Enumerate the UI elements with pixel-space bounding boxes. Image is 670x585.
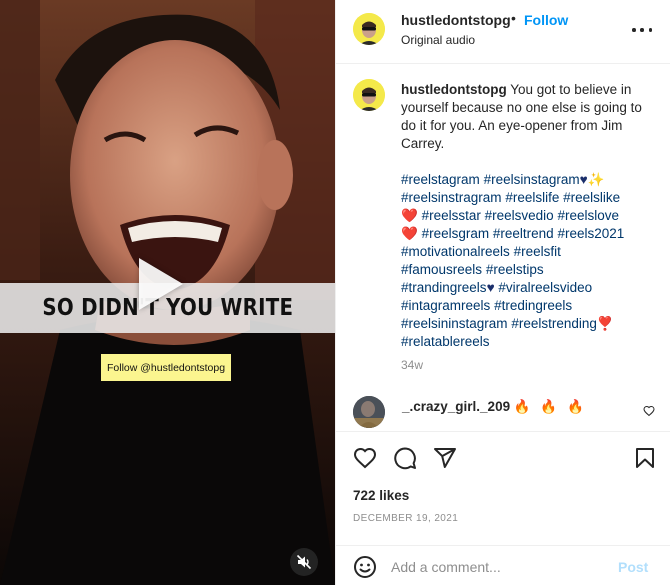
- post-author-username[interactable]: hustledontstopg: [401, 12, 511, 28]
- fire-emoji: 🔥 🔥 🔥: [513, 399, 587, 414]
- heart-emoji: ❤️: [401, 208, 418, 223]
- bookmark-icon[interactable]: [633, 446, 657, 475]
- share-icon[interactable]: [433, 446, 457, 475]
- hashtag[interactable]: #reelstrending: [511, 316, 597, 331]
- hashtag[interactable]: #reelsvedio: [485, 208, 554, 223]
- hashtag[interactable]: #motivationalreels: [401, 244, 510, 259]
- hashtag[interactable]: #viralreelsvideo: [498, 280, 592, 295]
- likes-count[interactable]: 722 likes: [353, 488, 409, 503]
- hashtag[interactable]: #reelsininstagram: [401, 316, 508, 331]
- audio-label[interactable]: Original audio: [401, 33, 475, 47]
- post-actions: 722 likes DECEMBER 19, 2021: [336, 431, 670, 541]
- emoji-icon[interactable]: [353, 555, 377, 584]
- hashtag[interactable]: #reelsgram: [422, 226, 490, 241]
- caption-avatar[interactable]: [353, 79, 385, 111]
- comments-section: hustledontstopg You got to believe in yo…: [336, 65, 670, 430]
- heart-emoji: ❤️: [401, 226, 418, 241]
- hashtag[interactable]: #reelslove: [557, 208, 619, 223]
- post-details-panel: hustledontstopg • Follow Original audio …: [335, 0, 670, 585]
- hashtag[interactable]: #intagramreels: [401, 298, 490, 313]
- reel-video[interactable]: SO DIDN'T YOU WRITE Follow @hustledontst…: [0, 0, 335, 585]
- heart-icon[interactable]: [353, 446, 377, 475]
- video-watermark: Follow @hustledontstopg: [101, 354, 232, 381]
- heart-icon[interactable]: [643, 404, 655, 422]
- heart-emoji: ♥: [579, 172, 588, 187]
- hashtag[interactable]: #reelsinstragram: [401, 190, 502, 205]
- comment-item: _.crazy_girl._209 🔥 🔥 🔥: [402, 399, 587, 415]
- caption-timestamp[interactable]: 34w: [401, 358, 423, 372]
- avatar[interactable]: [353, 13, 385, 45]
- hashtag[interactable]: #reeltrend: [493, 226, 554, 241]
- sparkles-emoji: ✨: [587, 172, 605, 187]
- separator-dot: •: [511, 10, 516, 26]
- hashtag[interactable]: #reelsinstagram: [484, 172, 580, 187]
- heart-exclamation-emoji: ❣️: [596, 316, 614, 331]
- heart-emoji: ♥: [486, 280, 495, 295]
- hashtag[interactable]: #reelslike: [563, 190, 620, 205]
- hashtag-list: #reelstagram #reelsinstagram♥✨ #reelsins…: [401, 171, 659, 351]
- more-options-icon[interactable]: [632, 22, 652, 38]
- add-comment-bar: Post: [336, 545, 670, 585]
- commenter-username[interactable]: _.crazy_girl._209: [402, 399, 510, 414]
- post-button[interactable]: Post: [618, 559, 648, 575]
- hashtag[interactable]: #trandingreels: [401, 280, 487, 295]
- hashtag[interactable]: #famousreels: [401, 262, 482, 277]
- hashtag[interactable]: #tredingreels: [494, 298, 572, 313]
- follow-button[interactable]: Follow: [524, 12, 568, 28]
- hashtag[interactable]: #reelsfit: [514, 244, 561, 259]
- post-header: hustledontstopg • Follow Original audio: [336, 0, 670, 64]
- play-icon[interactable]: [139, 258, 183, 310]
- hashtag[interactable]: #reelsstar: [422, 208, 481, 223]
- post-caption: hustledontstopg You got to believe in yo…: [401, 81, 659, 351]
- post-date[interactable]: DECEMBER 19, 2021: [353, 513, 458, 524]
- hashtag[interactable]: #reelslife: [505, 190, 559, 205]
- caption-username[interactable]: hustledontstopg: [401, 82, 507, 97]
- hashtag[interactable]: #relatablereels: [401, 334, 490, 349]
- comment-input[interactable]: [391, 555, 611, 579]
- hashtag[interactable]: #reelstips: [486, 262, 544, 277]
- comment-icon[interactable]: [393, 446, 417, 475]
- hashtag[interactable]: #reelstagram: [401, 172, 480, 187]
- hashtag[interactable]: #reels2021: [557, 226, 624, 241]
- muted-speaker-icon[interactable]: [290, 548, 318, 576]
- commenter-avatar[interactable]: [353, 396, 385, 428]
